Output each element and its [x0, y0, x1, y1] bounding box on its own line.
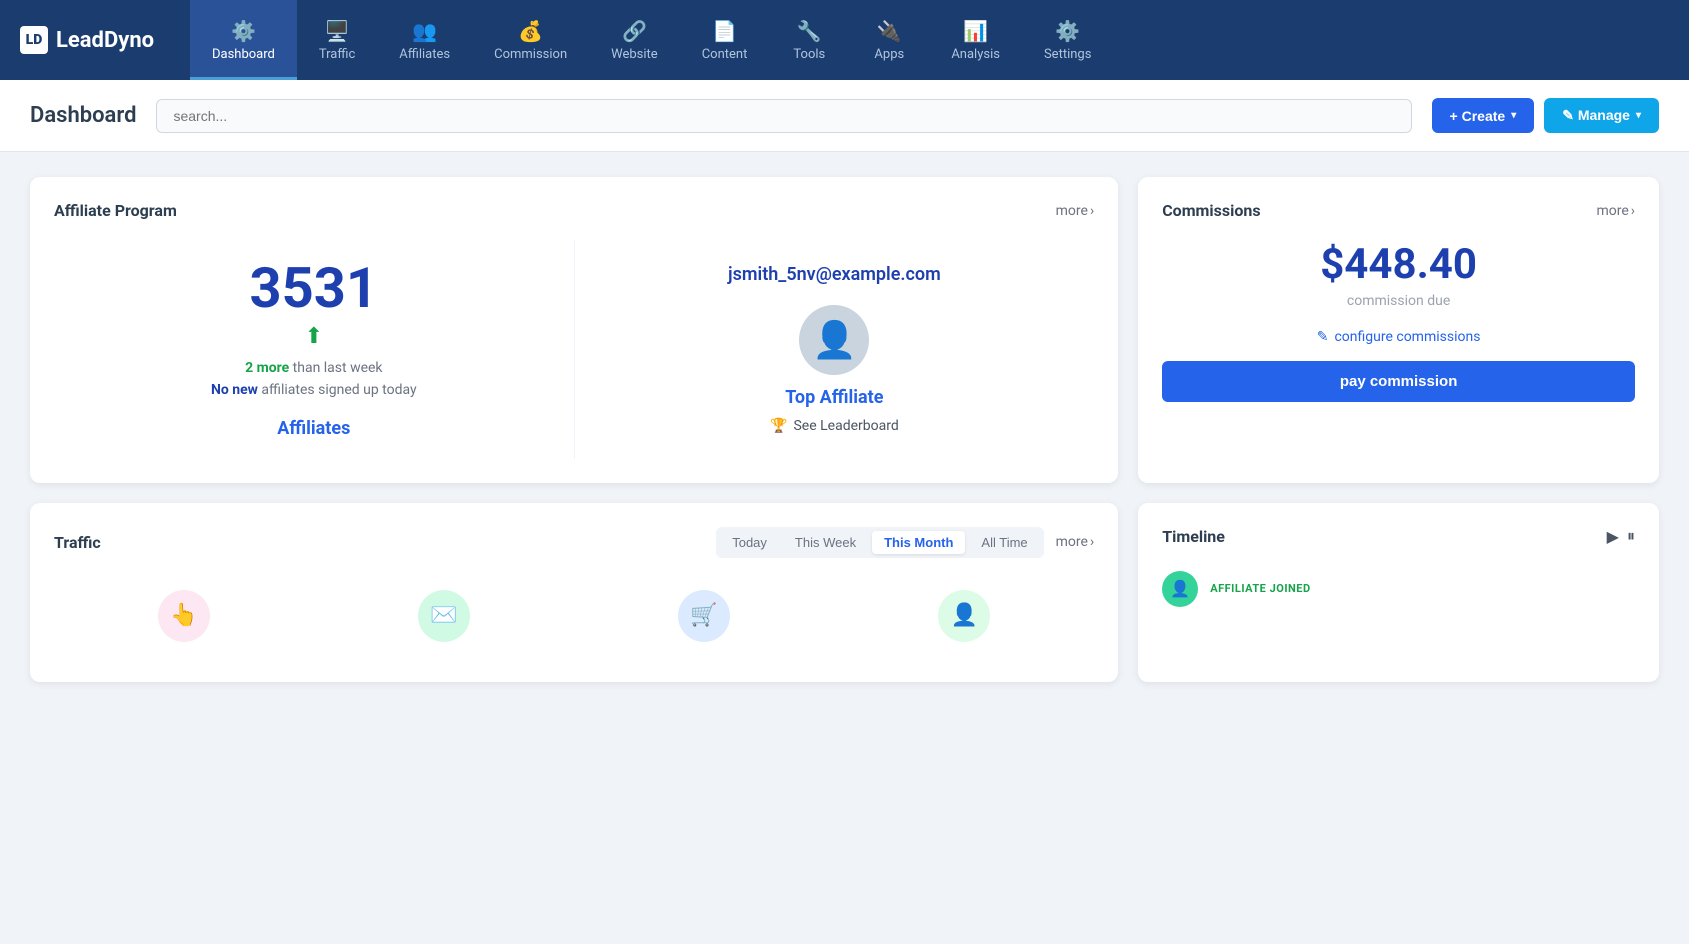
affiliate-stats: 3531 ⬆ 2 more than last week No new affi… [54, 240, 575, 459]
timeline-item: 👤 AFFILIATE JOINED [1162, 563, 1635, 615]
commission-due-label: commission due [1162, 293, 1635, 309]
dashboard-icon: ⚙️ [231, 19, 256, 43]
bottom-row: Traffic Today This Week This Month All T… [30, 503, 1659, 682]
person-icon: 👤 [938, 590, 990, 642]
trend-description: 2 more than last week No new affiliates … [211, 357, 417, 402]
timeline-info: AFFILIATE JOINED [1210, 582, 1635, 595]
traffic-icon-list: 👆 ✉️ 🛒 👤 [54, 574, 1094, 658]
nav-item-traffic[interactable]: 🖥️ Traffic [297, 0, 377, 80]
main-content: Affiliate Program more › 3531 ⬆ 2 more t… [0, 152, 1689, 707]
affiliate-count: 3531 [250, 260, 379, 316]
traffic-filters: Today This Week This Month All Time [716, 527, 1043, 558]
traffic-title: Traffic [54, 533, 101, 552]
affiliates-nav-icon: 👥 [412, 19, 437, 43]
more-chevron-icon: › [1090, 203, 1094, 219]
timeline-controls: ▶ ⏸ [1607, 527, 1635, 547]
commission-amount: $448.40 [1162, 240, 1635, 289]
timeline-pause-button[interactable]: ⏸ [1627, 527, 1635, 547]
traffic-icon: 🖥️ [325, 19, 350, 43]
pay-commission-button[interactable]: pay commission [1162, 361, 1635, 402]
header-actions: + Create ▾ ✎ Manage ▾ [1432, 98, 1659, 133]
affiliate-program-header: Affiliate Program more › [54, 201, 1094, 220]
cursor-icon: 👆 [158, 590, 210, 642]
filter-this-week[interactable]: This Week [783, 531, 868, 554]
avatar: 👤 [799, 305, 869, 375]
nav-items: ⚙️ Dashboard 🖥️ Traffic 👥 Affiliates 💰 C… [190, 0, 1689, 80]
commissions-header: Commissions more › [1162, 201, 1635, 220]
logo[interactable]: LD LeadDyno [0, 0, 190, 80]
page-title: Dashboard [30, 103, 136, 128]
manage-chevron-icon: ▾ [1636, 110, 1641, 121]
affiliate-program-more[interactable]: more › [1056, 203, 1095, 219]
page-header: Dashboard + Create ▾ ✎ Manage ▾ [0, 80, 1689, 152]
filter-this-month[interactable]: This Month [872, 531, 965, 554]
traffic-header-right: Today This Week This Month All Time more… [716, 527, 1094, 558]
main-nav: LD LeadDyno ⚙️ Dashboard 🖥️ Traffic 👥 Af… [0, 0, 1689, 80]
commissions-more[interactable]: more › [1596, 203, 1635, 219]
nav-item-affiliates[interactable]: 👥 Affiliates [377, 0, 472, 80]
trophy-icon: 🏆 [770, 418, 787, 434]
settings-icon: ⚙️ [1055, 19, 1080, 43]
search-input[interactable] [156, 99, 1411, 133]
timeline-play-button[interactable]: ▶ [1607, 527, 1619, 547]
timeline-avatar: 👤 [1162, 571, 1198, 607]
commissions-more-chevron-icon: › [1631, 203, 1635, 219]
create-chevron-icon: ▾ [1511, 110, 1516, 121]
affiliate-program-card: Affiliate Program more › 3531 ⬆ 2 more t… [30, 177, 1118, 483]
affiliates-link[interactable]: Affiliates [277, 418, 350, 439]
top-affiliate-label[interactable]: Top Affiliate [785, 387, 883, 408]
traffic-header: Traffic Today This Week This Month All T… [54, 527, 1094, 558]
see-leaderboard-link[interactable]: 🏆 See Leaderboard [770, 418, 899, 434]
traffic-icon-cart: 🛒 [678, 590, 730, 642]
traffic-more[interactable]: more › [1056, 534, 1095, 550]
commissions-card: Commissions more › $448.40 commission du… [1138, 177, 1659, 483]
content-icon: 📄 [712, 19, 737, 43]
nav-item-website[interactable]: 🔗 Website [589, 0, 680, 80]
website-icon: 🔗 [622, 19, 647, 43]
commissions-title: Commissions [1162, 201, 1260, 220]
top-affiliate-email: jsmith_5nv@example.com [728, 264, 941, 285]
affiliate-program-title: Affiliate Program [54, 201, 177, 220]
traffic-icon-person: 👤 [938, 590, 990, 642]
avatar-icon: 👤 [812, 319, 857, 361]
top-affiliate: jsmith_5nv@example.com 👤 Top Affiliate 🏆… [575, 240, 1095, 459]
edit-icon: ✎ [1317, 329, 1329, 345]
nav-item-dashboard[interactable]: ⚙️ Dashboard [190, 0, 297, 80]
commission-icon: 💰 [518, 19, 543, 43]
nav-item-apps[interactable]: 🔌 Apps [849, 0, 929, 80]
filter-all-time[interactable]: All Time [969, 531, 1039, 554]
logo-text: LD LeadDyno [20, 26, 154, 54]
traffic-more-chevron-icon: › [1090, 534, 1094, 550]
email-icon: ✉️ [418, 590, 470, 642]
configure-commissions-link[interactable]: ✎ configure commissions [1162, 329, 1635, 345]
nav-item-settings[interactable]: ⚙️ Settings [1022, 0, 1113, 80]
logo-icon: LD [20, 26, 48, 54]
nav-item-commission[interactable]: 💰 Commission [472, 0, 589, 80]
timeline-header: Timeline ▶ ⏸ [1162, 527, 1635, 547]
cart-icon: 🛒 [678, 590, 730, 642]
timeline-card: Timeline ▶ ⏸ 👤 AFFILIATE JOINED [1138, 503, 1659, 682]
nav-item-analysis[interactable]: 📊 Analysis [929, 0, 1022, 80]
analysis-icon: 📊 [963, 19, 988, 43]
traffic-card: Traffic Today This Week This Month All T… [30, 503, 1118, 682]
trend-up-icon: ⬆ [305, 324, 323, 349]
affiliate-content: 3531 ⬆ 2 more than last week No new affi… [54, 240, 1094, 459]
timeline-title: Timeline [1162, 527, 1225, 546]
manage-button[interactable]: ✎ Manage ▾ [1544, 98, 1659, 133]
nav-item-content[interactable]: 📄 Content [680, 0, 770, 80]
timeline-event-type: AFFILIATE JOINED [1210, 582, 1635, 595]
traffic-icon-email: ✉️ [418, 590, 470, 642]
cards-row: Affiliate Program more › 3531 ⬆ 2 more t… [30, 177, 1659, 483]
nav-item-tools[interactable]: 🔧 Tools [769, 0, 849, 80]
tools-icon: 🔧 [797, 19, 822, 43]
filter-today[interactable]: Today [720, 531, 779, 554]
traffic-icon-cursor: 👆 [158, 590, 210, 642]
create-button[interactable]: + Create ▾ [1432, 98, 1535, 133]
apps-icon: 🔌 [877, 19, 902, 43]
